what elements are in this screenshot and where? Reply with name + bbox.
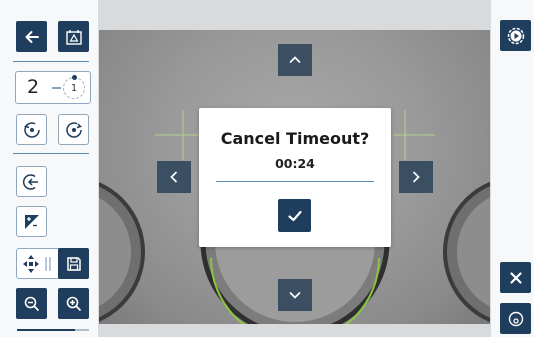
arrow-in-circle-icon [22, 173, 38, 190]
rotate-right-button[interactable] [58, 114, 89, 145]
focus-button[interactable] [500, 303, 531, 334]
capture-button[interactable] [58, 21, 89, 52]
dialog-title: Cancel Timeout? [220, 129, 370, 148]
chevron-left-icon [170, 171, 178, 183]
chevron-up-icon [289, 56, 301, 64]
separator [13, 61, 89, 62]
progress-slider[interactable] [17, 329, 89, 331]
rotate-left-button[interactable] [16, 114, 47, 145]
camera-frame-icon [65, 29, 82, 45]
right-toolbar [490, 0, 534, 337]
rotate-ccw-icon [23, 121, 40, 138]
counter-dash [52, 87, 61, 89]
back-button[interactable] [16, 21, 47, 52]
focus-target-icon [508, 311, 523, 326]
cancel-timeout-dialog: Cancel Timeout? 00:24 [199, 108, 391, 247]
move-up-button[interactable] [278, 44, 312, 76]
chevron-right-icon [412, 171, 420, 183]
confirm-cancel-button[interactable] [278, 199, 311, 232]
zoom-out-icon [24, 296, 39, 311]
play-gear-icon [507, 27, 524, 44]
rotate-cw-icon [65, 121, 82, 138]
zoom-in-icon [66, 296, 81, 311]
move-down-button[interactable] [278, 279, 312, 311]
countdown-timer: 00:24 [275, 156, 315, 171]
floppy-disk-icon [66, 256, 81, 271]
move-right-button[interactable] [399, 161, 433, 193]
counter-dial: 1 [63, 77, 85, 99]
viewport-bottom-bar [99, 324, 490, 337]
pan-button[interactable] [16, 248, 62, 279]
save-button[interactable] [58, 248, 89, 279]
counter-value: 2 [27, 76, 40, 98]
separator [13, 153, 89, 154]
run-button[interactable] [500, 20, 531, 51]
arrow-left-icon [25, 30, 39, 43]
viewport-top-bar [99, 0, 490, 30]
step-counter[interactable]: 2 1 [15, 71, 91, 104]
dial-indicator-dot [72, 75, 77, 80]
close-button[interactable] [500, 262, 531, 293]
left-toolbar: 2 1 [0, 0, 99, 337]
dialog-divider [216, 181, 374, 182]
move-left-button[interactable] [157, 161, 191, 193]
zoom-in-button[interactable] [58, 288, 89, 319]
exposure-button[interactable] [16, 206, 47, 237]
progress-slider-fill [17, 329, 75, 331]
zoom-out-button[interactable] [16, 288, 47, 319]
enter-exit-button[interactable] [16, 166, 47, 197]
checkmark-icon [287, 210, 302, 221]
four-way-arrows-icon [23, 254, 51, 273]
close-icon [509, 271, 522, 284]
chevron-down-icon [289, 291, 301, 299]
exposure-icon [24, 214, 39, 229]
